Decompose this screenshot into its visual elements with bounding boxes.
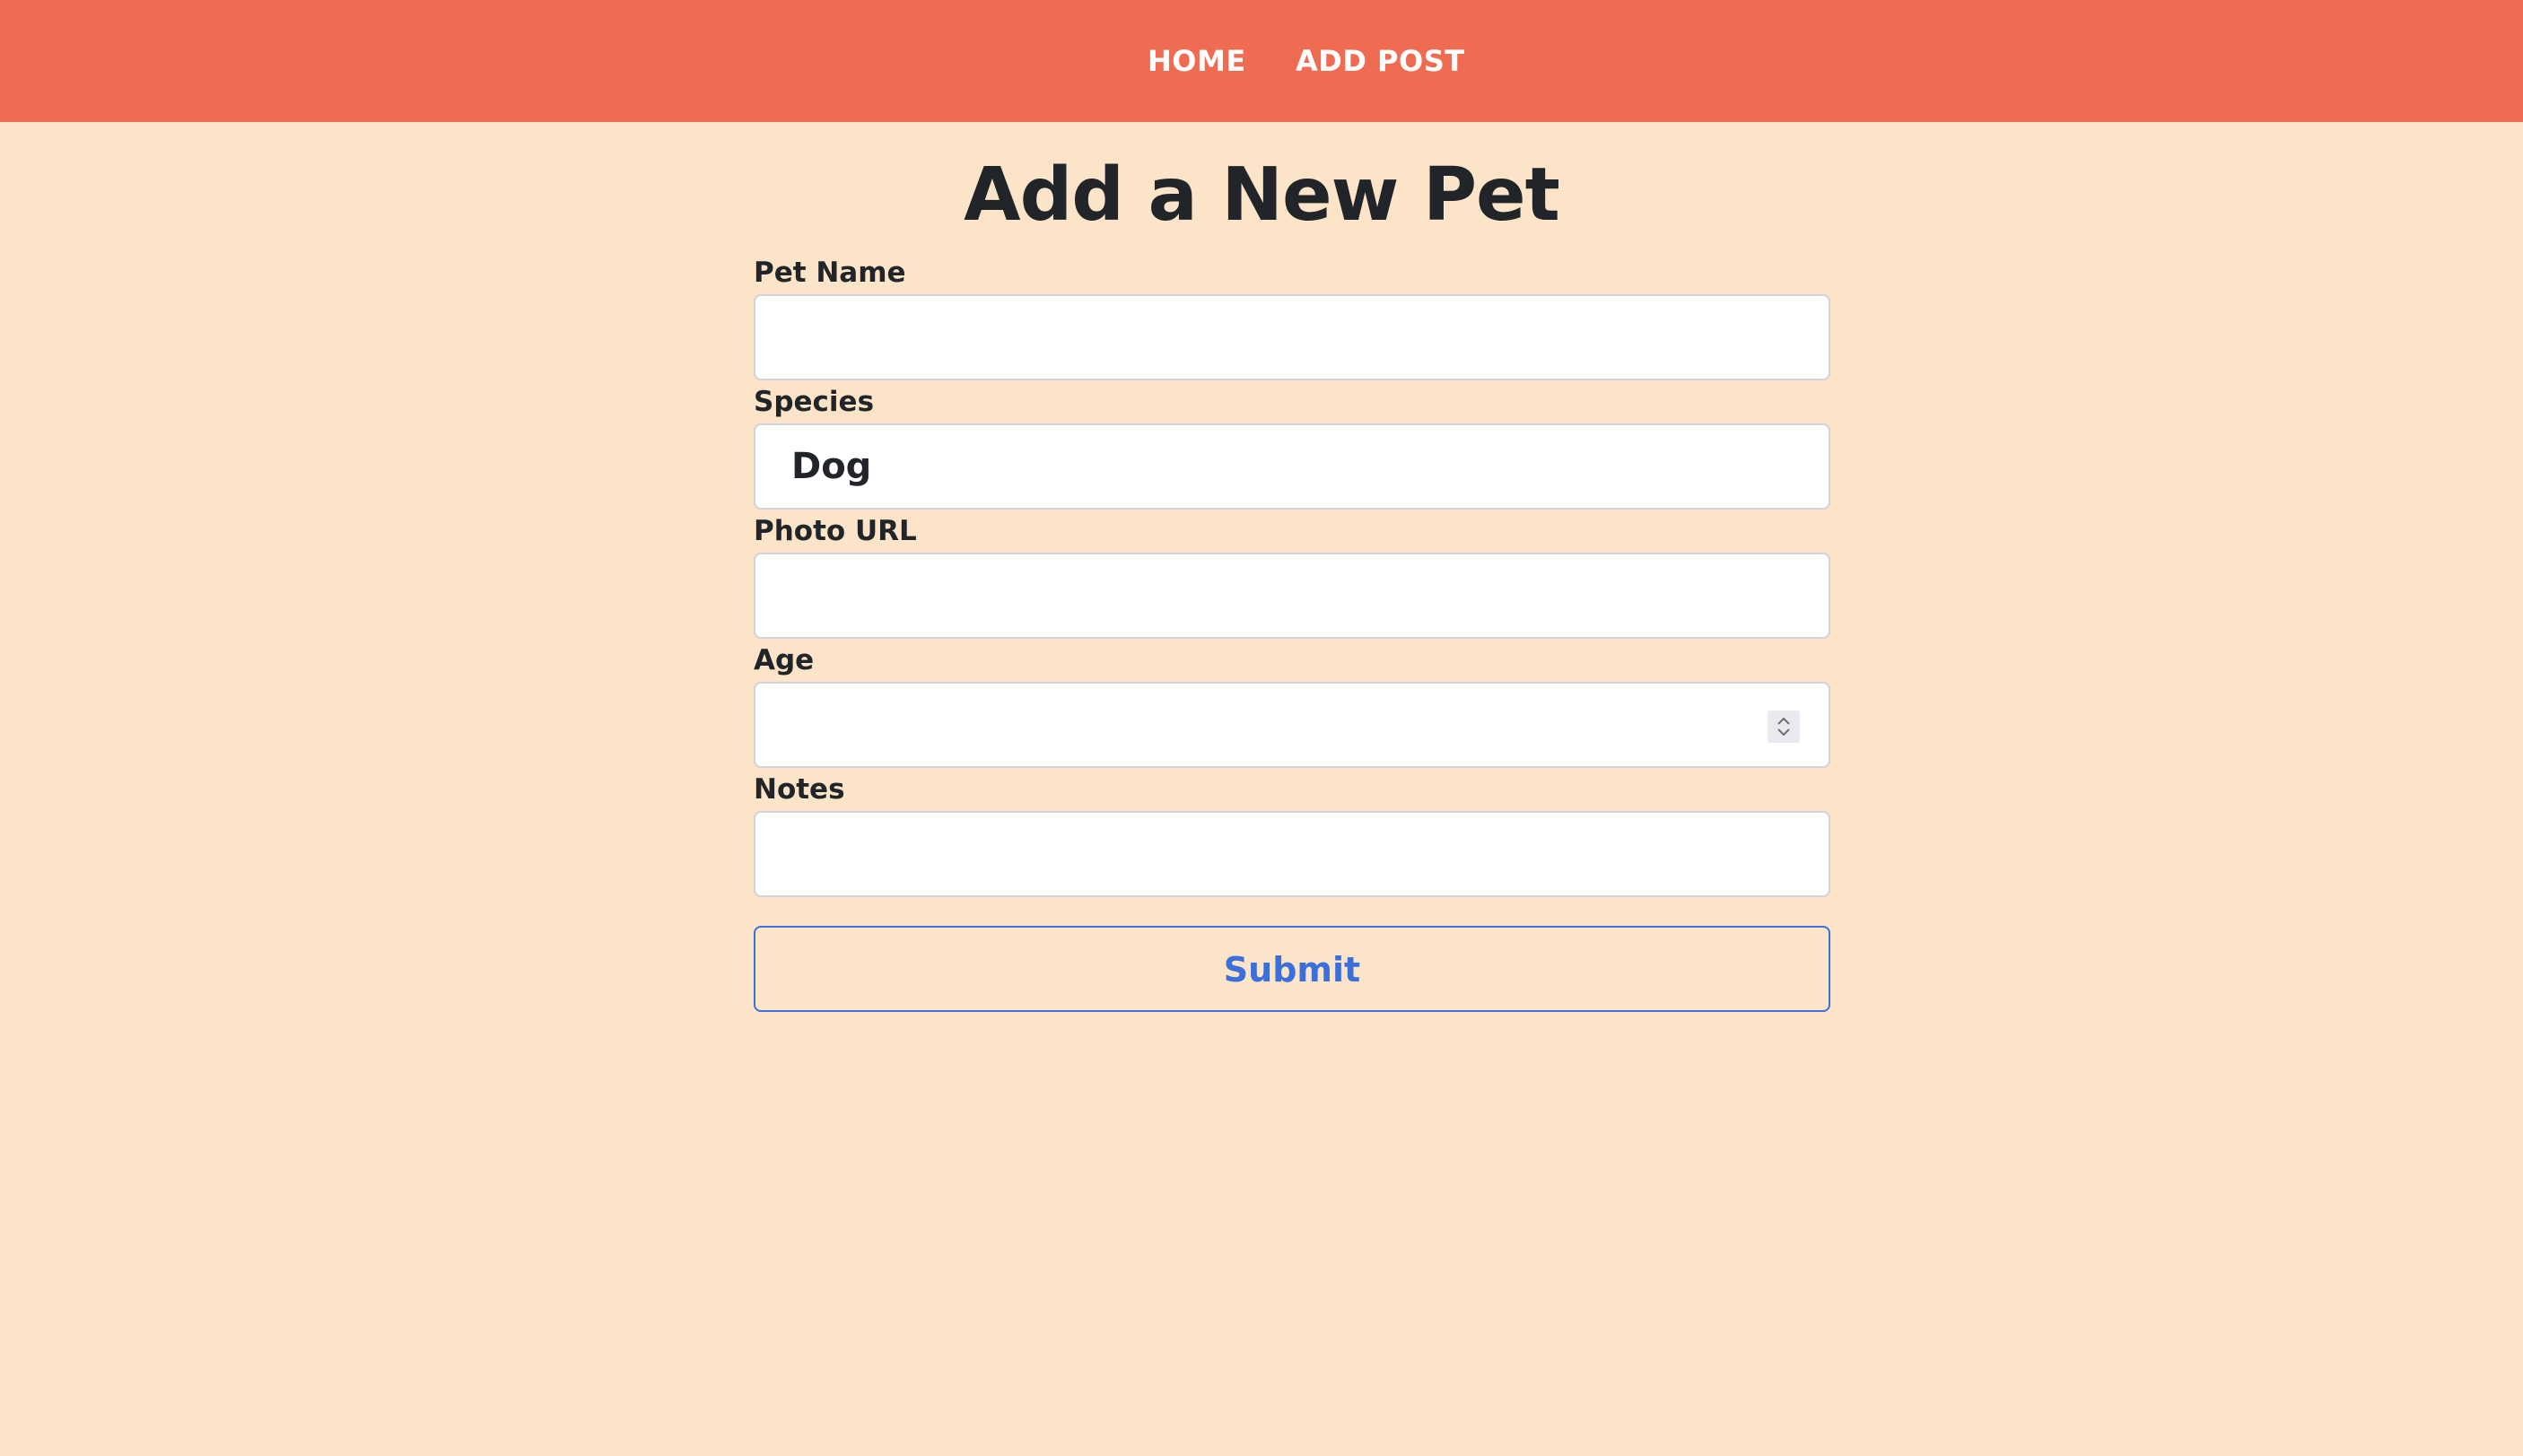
notes-label: Notes	[754, 773, 845, 806]
navbar: HOME ADD POST	[0, 0, 2523, 122]
page-title: Add a New Pet	[964, 153, 1560, 238]
photo-url-input[interactable]	[754, 553, 1830, 639]
pet-name-input[interactable]	[754, 294, 1830, 380]
species-label: Species	[754, 386, 875, 418]
nav-add-post-link[interactable]: ADD POST	[1296, 39, 1465, 83]
notes-input[interactable]	[754, 811, 1830, 897]
age-input[interactable]	[754, 682, 1830, 768]
pet-name-label: Pet Name	[754, 257, 906, 289]
number-spinner-icon[interactable]	[1768, 711, 1800, 743]
submit-button[interactable]: Submit	[754, 926, 1830, 1012]
species-select[interactable]: Dog	[754, 423, 1830, 510]
photo-url-label: Photo URL	[754, 515, 917, 547]
species-selected-value: Dog	[791, 446, 872, 487]
age-label: Age	[754, 644, 815, 676]
nav-home-link[interactable]: HOME	[1148, 39, 1246, 83]
